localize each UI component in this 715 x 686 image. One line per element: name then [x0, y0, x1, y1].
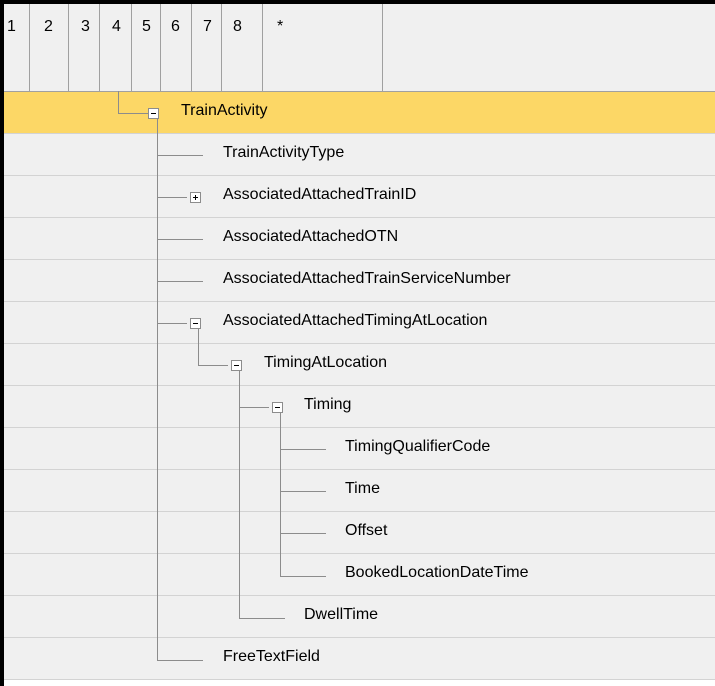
tree-row-timing[interactable]: Timing [4, 386, 715, 428]
column-header-7[interactable]: 7 [192, 4, 222, 91]
column-header-4[interactable]: 4 [100, 4, 132, 91]
tree-row-label: AssociatedAttachedTrainServiceNumber [223, 270, 511, 287]
column-header-label: 7 [203, 18, 212, 35]
column-header-5[interactable]: 5 [132, 4, 161, 91]
column-header-6[interactable]: 6 [161, 4, 192, 91]
column-header-label: 5 [142, 18, 151, 35]
tree-row-time[interactable]: Time [4, 470, 715, 512]
tree-row-associated-attached-timing-at-location[interactable]: AssociatedAttachedTimingAtLocation [4, 302, 715, 344]
tree-row-associated-attached-otn[interactable]: AssociatedAttachedOTN [4, 218, 715, 260]
collapse-icon[interactable] [190, 318, 201, 329]
column-header-1[interactable]: 1 [4, 4, 30, 91]
column-header-label: 4 [112, 18, 121, 35]
column-header-8[interactable]: 8 [222, 4, 263, 91]
tree-row-label: TimingAtLocation [264, 354, 388, 371]
column-header-label: 2 [44, 18, 53, 35]
column-header-label: * [277, 18, 284, 35]
column-header-label: 8 [233, 18, 242, 35]
tree-row-dwell-time[interactable]: DwellTime [4, 596, 715, 638]
tree-row-timing-at-location[interactable]: TimingAtLocation [4, 344, 715, 386]
tree-row-offset[interactable]: Offset [4, 512, 715, 554]
tree-row-train-activity[interactable]: TrainActivity [4, 92, 715, 134]
tree-row-train-activity-type[interactable]: TrainActivityType [4, 134, 715, 176]
tree-row-label: TrainActivity [181, 102, 268, 119]
tree-row-label: TimingQualifierCode [345, 438, 491, 455]
column-header-3[interactable]: 3 [69, 4, 100, 91]
tree-row-label: BookedLocationDateTime [345, 564, 529, 581]
column-header-label: 1 [7, 18, 16, 35]
column-header-add[interactable]: * [263, 4, 383, 91]
column-header-label: 6 [171, 18, 180, 35]
tree-row-associated-attached-train-service-number[interactable]: AssociatedAttachedTrainServiceNumber [4, 260, 715, 302]
tree-row-label: Offset [345, 522, 388, 539]
tree-row-booked-location-date-time[interactable]: BookedLocationDateTime [4, 554, 715, 596]
column-header-2[interactable]: 2 [30, 4, 69, 91]
tree-row-label: Time [345, 480, 380, 497]
tree-row-label: TrainActivityType [223, 144, 345, 161]
column-header-row: 1 2 3 4 5 6 7 8 * [4, 4, 715, 92]
tree-row-associated-attached-train-id[interactable]: AssociatedAttachedTrainID [4, 176, 715, 218]
tree-row-label: AssociatedAttachedTimingAtLocation [223, 312, 488, 329]
tree-row-timing-qualifier-code[interactable]: TimingQualifierCode [4, 428, 715, 470]
tree-row-label: DwellTime [304, 606, 379, 623]
collapse-icon[interactable] [231, 360, 242, 371]
collapse-icon[interactable] [272, 402, 283, 413]
expand-icon[interactable] [190, 192, 201, 203]
tree-row-label: FreeTextField [223, 648, 320, 665]
collapse-icon[interactable] [148, 108, 159, 119]
tree-row-label: AssociatedAttachedTrainID [223, 186, 417, 203]
tree-row-free-text-field[interactable]: FreeTextField [4, 638, 715, 680]
tree-grid: 1 2 3 4 5 6 7 8 * TrainActivity TrainAct… [0, 0, 715, 686]
column-header-label: 3 [81, 18, 90, 35]
tree-row-label: Timing [304, 396, 352, 413]
tree-row-label: AssociatedAttachedOTN [223, 228, 399, 245]
